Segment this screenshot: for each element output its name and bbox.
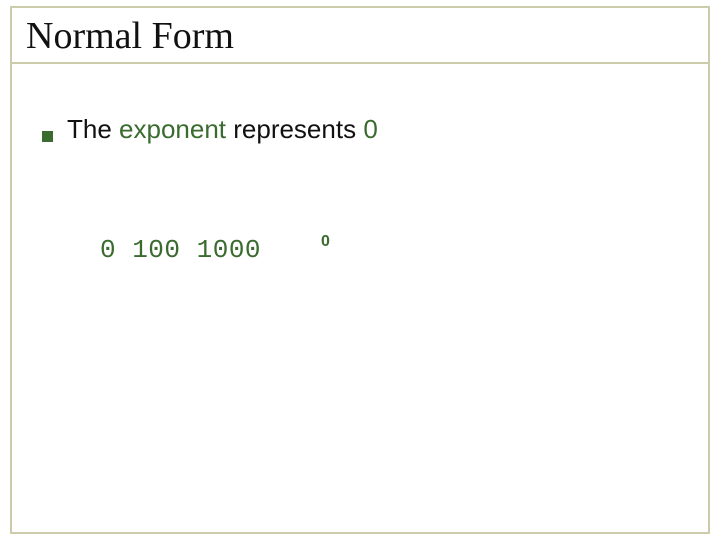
bullet-middle: represents — [226, 114, 363, 144]
bullet-text: The exponent represents 0 — [67, 114, 378, 145]
square-bullet-icon — [42, 131, 53, 142]
bullet-prefix: The — [67, 114, 119, 144]
bullet-exponent-word: exponent — [119, 114, 226, 144]
example-row: 0 100 1000 0 — [42, 235, 678, 265]
bullet-item: The exponent represents 0 — [42, 114, 678, 145]
title-underline — [12, 62, 708, 64]
slide-title: Normal Form — [26, 14, 240, 58]
title-bar: Normal Form — [12, 6, 708, 64]
exponent-value: 0 — [321, 233, 330, 251]
slide-content: The exponent represents 0 0 100 1000 0 — [12, 64, 708, 265]
slide-frame: Normal Form The exponent represents 0 0 … — [10, 6, 710, 534]
bit-pattern: 0 100 1000 — [100, 235, 261, 265]
title-top-rule — [12, 6, 708, 8]
bullet-zero: 0 — [363, 114, 377, 144]
